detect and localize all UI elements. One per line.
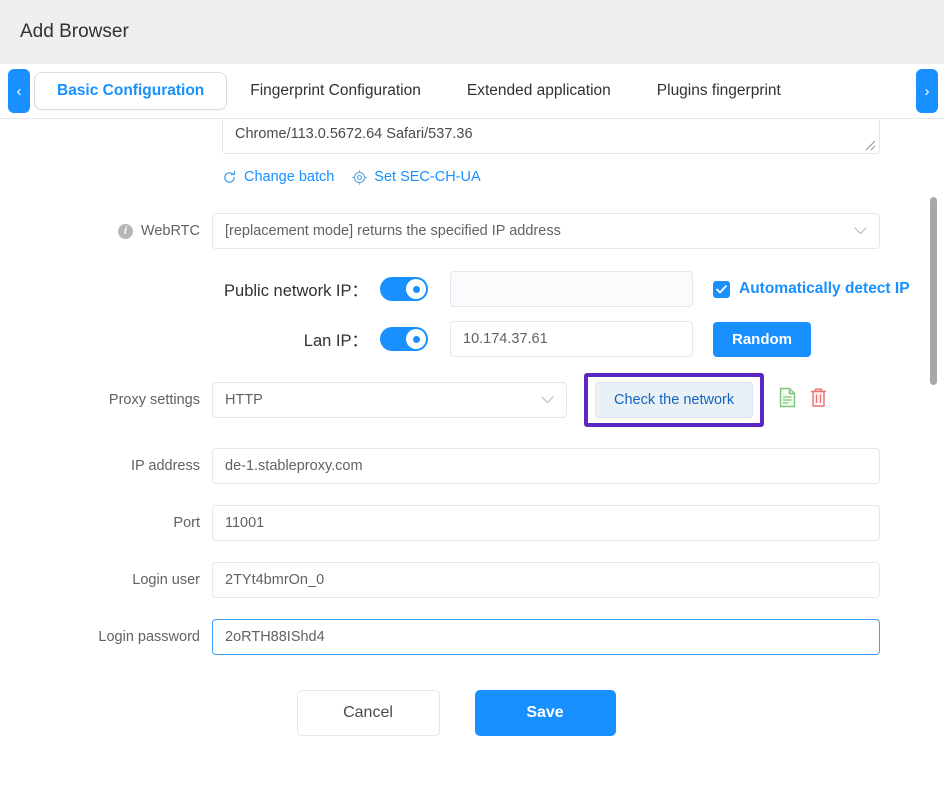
ip-address-row: IP address de-1.stableproxy.com bbox=[0, 448, 912, 484]
auto-detect-ip-checkbox[interactable]: Automatically detect IP bbox=[713, 280, 910, 298]
proxy-type-value: HTTP bbox=[225, 392, 263, 408]
gear-icon bbox=[352, 170, 367, 185]
tab-list: Basic Configuration Fingerprint Configur… bbox=[34, 72, 824, 110]
lan-ip-field: 10.174.37.61 bbox=[450, 321, 693, 357]
login-user-value: 2TYt4bmrOn_0 bbox=[225, 572, 324, 588]
toggle-knob bbox=[406, 329, 426, 349]
lan-ip-label-group: Lan IP： bbox=[0, 327, 450, 351]
trash-icon[interactable] bbox=[809, 387, 828, 413]
port-value: 11001 bbox=[225, 515, 264, 531]
window-header: Add Browser bbox=[0, 0, 944, 64]
basic-configuration-form: Chrome/113.0.5672.64 Safari/537.36 Chang… bbox=[0, 119, 944, 736]
vertical-scrollbar[interactable] bbox=[930, 119, 938, 788]
change-batch-link[interactable]: Change batch bbox=[222, 169, 334, 185]
tab-label: Fingerprint Configuration bbox=[250, 82, 421, 99]
tab-basic-configuration[interactable]: Basic Configuration bbox=[34, 72, 227, 110]
tab-extended-application[interactable]: Extended application bbox=[444, 72, 634, 110]
chevron-down-icon bbox=[854, 224, 867, 238]
webrtc-row: i WebRTC [replacement mode] returns the … bbox=[0, 213, 912, 249]
login-user-label: Login user bbox=[0, 572, 212, 588]
set-sec-ch-ua-label: Set SEC-CH-UA bbox=[374, 169, 480, 185]
lan-ip-toggle[interactable] bbox=[380, 327, 428, 351]
tab-scroll-right-icon[interactable]: › bbox=[916, 69, 938, 113]
toggle-knob bbox=[406, 279, 426, 299]
random-lan-ip-button[interactable]: Random bbox=[713, 322, 811, 357]
user-agent-actions: Change batch Set SEC-CH-UA bbox=[222, 169, 912, 185]
change-batch-label: Change batch bbox=[244, 169, 334, 185]
lan-ip-value: 10.174.37.61 bbox=[463, 331, 548, 347]
public-network-ip-input[interactable] bbox=[450, 271, 693, 307]
dialog-footer: Cancel Save bbox=[0, 690, 912, 736]
ip-address-value: de-1.stableproxy.com bbox=[225, 458, 363, 474]
set-sec-ch-ua-link[interactable]: Set SEC-CH-UA bbox=[352, 169, 480, 185]
lan-ip-aside: Random bbox=[713, 322, 811, 357]
tab-label: C bbox=[823, 82, 824, 99]
page-title: Add Browser bbox=[20, 21, 129, 43]
public-network-ip-label-group: Public network IP： bbox=[0, 277, 450, 301]
lan-ip-row: Lan IP： 10.174.37.61 Random bbox=[0, 321, 912, 357]
ip-address-label: IP address bbox=[0, 458, 212, 474]
tab-label: Basic Configuration bbox=[57, 82, 204, 99]
proxy-type-select[interactable]: HTTP bbox=[212, 382, 567, 418]
login-user-input[interactable]: 2TYt4bmrOn_0 bbox=[212, 562, 880, 598]
login-password-label: Login password bbox=[0, 629, 212, 645]
public-network-ip-field bbox=[450, 271, 693, 307]
webrtc-label: WebRTC bbox=[141, 223, 200, 239]
login-password-value: 2oRTH88IShd4 bbox=[225, 629, 325, 645]
ip-address-input[interactable]: de-1.stableproxy.com bbox=[212, 448, 880, 484]
checkbox-checked-icon bbox=[713, 281, 730, 298]
chevron-down-icon bbox=[541, 393, 554, 407]
webrtc-field: [replacement mode] returns the specified… bbox=[212, 213, 880, 249]
info-icon[interactable]: i bbox=[118, 224, 133, 239]
cancel-button[interactable]: Cancel bbox=[297, 690, 440, 736]
public-network-ip-label: Public network IP： bbox=[224, 277, 368, 301]
refresh-icon bbox=[222, 170, 237, 185]
login-user-row: Login user 2TYt4bmrOn_0 bbox=[0, 562, 912, 598]
public-network-ip-toggle[interactable] bbox=[380, 277, 428, 301]
webrtc-selected-value: [replacement mode] returns the specified… bbox=[225, 223, 561, 239]
document-paste-icon[interactable] bbox=[778, 387, 797, 413]
user-agent-textarea[interactable]: Chrome/113.0.5672.64 Safari/537.36 bbox=[222, 119, 880, 154]
tab-overflow-partial[interactable]: C bbox=[804, 72, 824, 110]
tab-label: Extended application bbox=[467, 82, 611, 99]
lan-ip-label: Lan IP： bbox=[304, 327, 368, 351]
settings-scroll-area: Chrome/113.0.5672.64 Safari/537.36 Chang… bbox=[0, 119, 944, 788]
tab-fingerprint-configuration[interactable]: Fingerprint Configuration bbox=[227, 72, 444, 110]
user-agent-value: Chrome/113.0.5672.64 Safari/537.36 bbox=[235, 126, 473, 142]
port-label: Port bbox=[0, 515, 212, 531]
save-button[interactable]: Save bbox=[475, 690, 616, 736]
public-network-ip-row: Public network IP： Automatical bbox=[0, 271, 912, 307]
tab-label: Plugins fingerprint bbox=[657, 82, 781, 99]
login-password-input[interactable]: 2oRTH88IShd4 bbox=[212, 619, 880, 655]
webrtc-select[interactable]: [replacement mode] returns the specified… bbox=[212, 213, 880, 249]
tab-scroll-left-icon[interactable]: ‹ bbox=[8, 69, 30, 113]
tab-bar: ‹ Basic Configuration Fingerprint Config… bbox=[0, 64, 944, 119]
webrtc-label-group: i WebRTC bbox=[0, 223, 212, 239]
port-row: Port 11001 bbox=[0, 505, 912, 541]
proxy-type-field: HTTP bbox=[212, 382, 567, 418]
ip-toggle-area: Public network IP： Automatical bbox=[0, 271, 912, 357]
login-password-row: Login password 2oRTH88IShd4 bbox=[0, 619, 912, 655]
public-network-ip-aside: Automatically detect IP bbox=[713, 280, 910, 298]
port-input[interactable]: 11001 bbox=[212, 505, 880, 541]
check-network-highlight: Check the network bbox=[584, 373, 764, 427]
proxy-settings-row: Proxy settings HTTP Check the network bbox=[0, 373, 912, 427]
tab-plugins-fingerprint[interactable]: Plugins fingerprint bbox=[634, 72, 804, 110]
auto-detect-ip-label: Automatically detect IP bbox=[739, 280, 910, 298]
proxy-icon-actions bbox=[778, 387, 828, 413]
check-the-network-button[interactable]: Check the network bbox=[595, 382, 753, 418]
resize-handle-icon[interactable] bbox=[864, 139, 876, 151]
scrollbar-thumb[interactable] bbox=[930, 197, 937, 385]
proxy-settings-label: Proxy settings bbox=[0, 392, 212, 408]
lan-ip-input[interactable]: 10.174.37.61 bbox=[450, 321, 693, 357]
